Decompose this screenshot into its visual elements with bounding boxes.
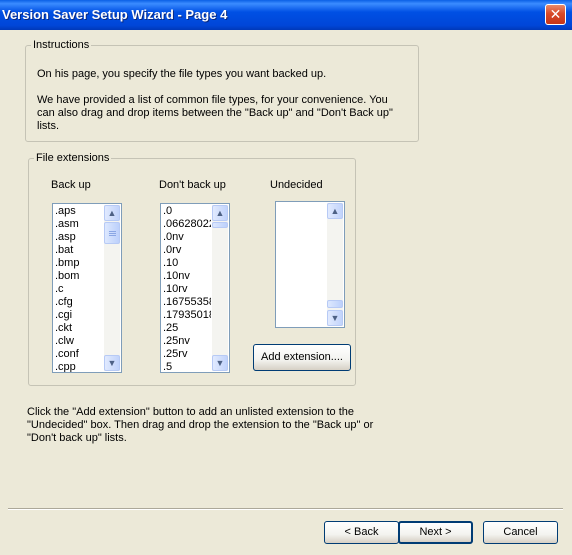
list-item[interactable]: .asp <box>55 231 103 244</box>
undecided-list-label: Undecided <box>270 179 323 191</box>
scroll-thumb[interactable] <box>327 300 343 308</box>
cancel-button[interactable]: Cancel <box>483 521 558 544</box>
instructions-line-3: can also drag and drop items between the… <box>37 107 393 119</box>
scroll-up-icon[interactable]: ▲ <box>104 205 120 221</box>
undecided-listbox[interactable]: ▲ ▼ <box>275 201 345 328</box>
instructions-legend: Instructions <box>33 39 90 51</box>
list-item[interactable]: .c <box>55 283 103 296</box>
scroll-thumb[interactable] <box>104 222 120 244</box>
add-extension-button[interactable]: Add extension.... <box>253 344 351 371</box>
list-item[interactable]: .10 <box>163 257 211 270</box>
wizard-page: Instructions On his page, you specify th… <box>0 30 572 555</box>
file-extensions-legend: File extensions <box>36 152 110 164</box>
window-title: Version Saver Setup Wizard - Page 4 <box>2 7 228 22</box>
scroll-down-icon[interactable]: ▼ <box>212 355 228 371</box>
help-line-3: "Don't back up" lists. <box>27 432 127 444</box>
list-item[interactable]: .bom <box>55 270 103 283</box>
instructions-line-1: On his page, you specify the file types … <box>37 68 327 80</box>
list-item[interactable]: .17935018 <box>163 309 211 322</box>
undecided-scrollbar[interactable]: ▲ ▼ <box>327 203 343 326</box>
title-bar: Version Saver Setup Wizard - Page 4 ✕ <box>0 0 572 30</box>
dontbackup-items: .0.06628022.0nv .0rv .10.10nv .10rv .1675535… <box>163 205 211 372</box>
list-item[interactable]: .5 <box>163 361 211 372</box>
instructions-line-4: lists. <box>37 120 59 132</box>
list-item[interactable]: .0 <box>163 205 211 218</box>
help-line-1: Click the "Add extension" button to add … <box>27 406 355 418</box>
back-button[interactable]: < Back <box>324 521 399 544</box>
list-item[interactable]: .asm <box>55 218 103 231</box>
scroll-up-icon[interactable]: ▲ <box>327 203 343 219</box>
list-item[interactable]: .25nv <box>163 335 211 348</box>
list-item[interactable]: .25rv <box>163 348 211 361</box>
backup-items: .aps .asm .asp .bat .bmp .bom .c .cfg .cgi .ckt .c… <box>55 205 103 372</box>
scroll-up-icon[interactable]: ▲ <box>212 205 228 221</box>
list-item[interactable]: .cpp <box>55 361 103 372</box>
dontbackup-list-label: Don't back up <box>159 179 226 191</box>
list-item[interactable]: .cfg <box>55 296 103 309</box>
scroll-thumb[interactable] <box>212 222 228 228</box>
list-item[interactable]: .bmp <box>55 257 103 270</box>
dontbackup-listbox[interactable]: .0.06628022.0nv .0rv .10.10nv .10rv .1675535… <box>160 203 230 373</box>
dontbackup-scrollbar[interactable]: ▲ ▼ <box>212 205 228 371</box>
scroll-down-icon[interactable]: ▼ <box>327 310 343 326</box>
list-item[interactable]: .25 <box>163 322 211 335</box>
list-item[interactable]: .bat <box>55 244 103 257</box>
list-item[interactable]: .ckt <box>55 322 103 335</box>
list-item[interactable]: .16755358 <box>163 296 211 309</box>
instructions-group: Instructions <box>25 39 419 142</box>
close-icon[interactable]: ✕ <box>545 4 566 25</box>
backup-scrollbar[interactable]: ▲ ▼ <box>104 205 120 371</box>
footer-separator <box>8 508 563 510</box>
list-item[interactable]: .clw <box>55 335 103 348</box>
list-item[interactable]: .10rv <box>163 283 211 296</box>
list-item[interactable]: .cgi <box>55 309 103 322</box>
scroll-down-icon[interactable]: ▼ <box>104 355 120 371</box>
list-item[interactable]: .10nv <box>163 270 211 283</box>
help-line-2: "Undecided" box. Then drag and drop the … <box>27 419 374 431</box>
list-item[interactable]: .06628022 <box>163 218 211 231</box>
next-button[interactable]: Next > <box>398 521 473 544</box>
instructions-line-2: We have provided a list of common file t… <box>37 94 388 106</box>
list-item[interactable]: .aps <box>55 205 103 218</box>
list-item[interactable]: .0nv <box>163 231 211 244</box>
backup-listbox[interactable]: .aps .asm .asp .bat .bmp .bom .c .cfg .cgi .ckt .c… <box>52 203 122 373</box>
list-item[interactable]: .0rv <box>163 244 211 257</box>
backup-list-label: Back up <box>51 179 91 191</box>
list-item[interactable]: .conf <box>55 348 103 361</box>
